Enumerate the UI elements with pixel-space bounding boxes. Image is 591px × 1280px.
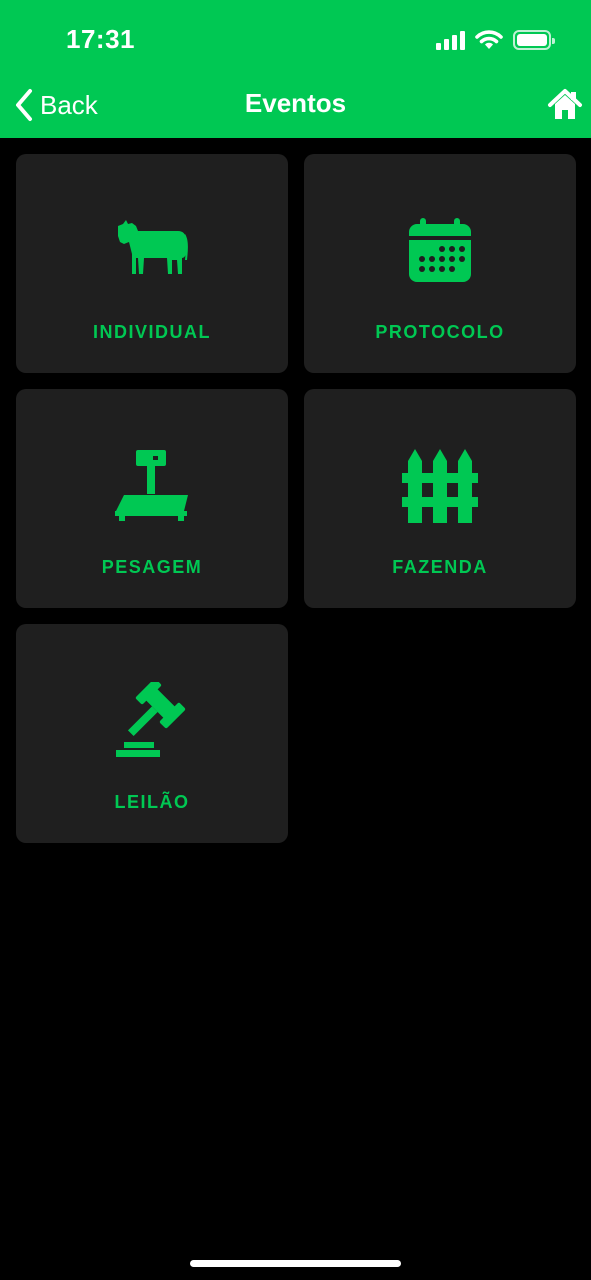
home-icon [548,89,582,119]
gavel-icon [116,682,186,757]
cellular-signal-icon [436,30,465,50]
battery-icon [513,30,555,50]
home-button[interactable] [547,86,583,122]
app-header: 17:31 Back Eventos [0,0,591,138]
wifi-icon [475,30,503,49]
card-pesagem[interactable]: PESAGEM [16,389,288,608]
card-protocolo[interactable]: PROTOCOLO [304,154,576,373]
calendar-icon [409,218,471,282]
card-individual[interactable]: INDIVIDUAL [16,154,288,373]
card-label: FAZENDA [392,557,488,577]
card-leilao[interactable]: LEILÃO [16,624,288,843]
card-label: PESAGEM [101,557,203,577]
card-label: PROTOCOLO [375,322,505,342]
scale-icon [115,450,188,521]
status-time: 17:31 [66,24,135,54]
card-label: INDIVIDUAL [93,322,211,342]
home-indicator [190,1260,401,1267]
card-label: LEILÃO [114,792,190,812]
fence-icon [402,449,478,523]
card-fazenda[interactable]: FAZENDA [304,389,576,608]
status-icons [436,28,555,52]
cow-icon [118,220,188,274]
page-title: Eventos [244,88,347,118]
